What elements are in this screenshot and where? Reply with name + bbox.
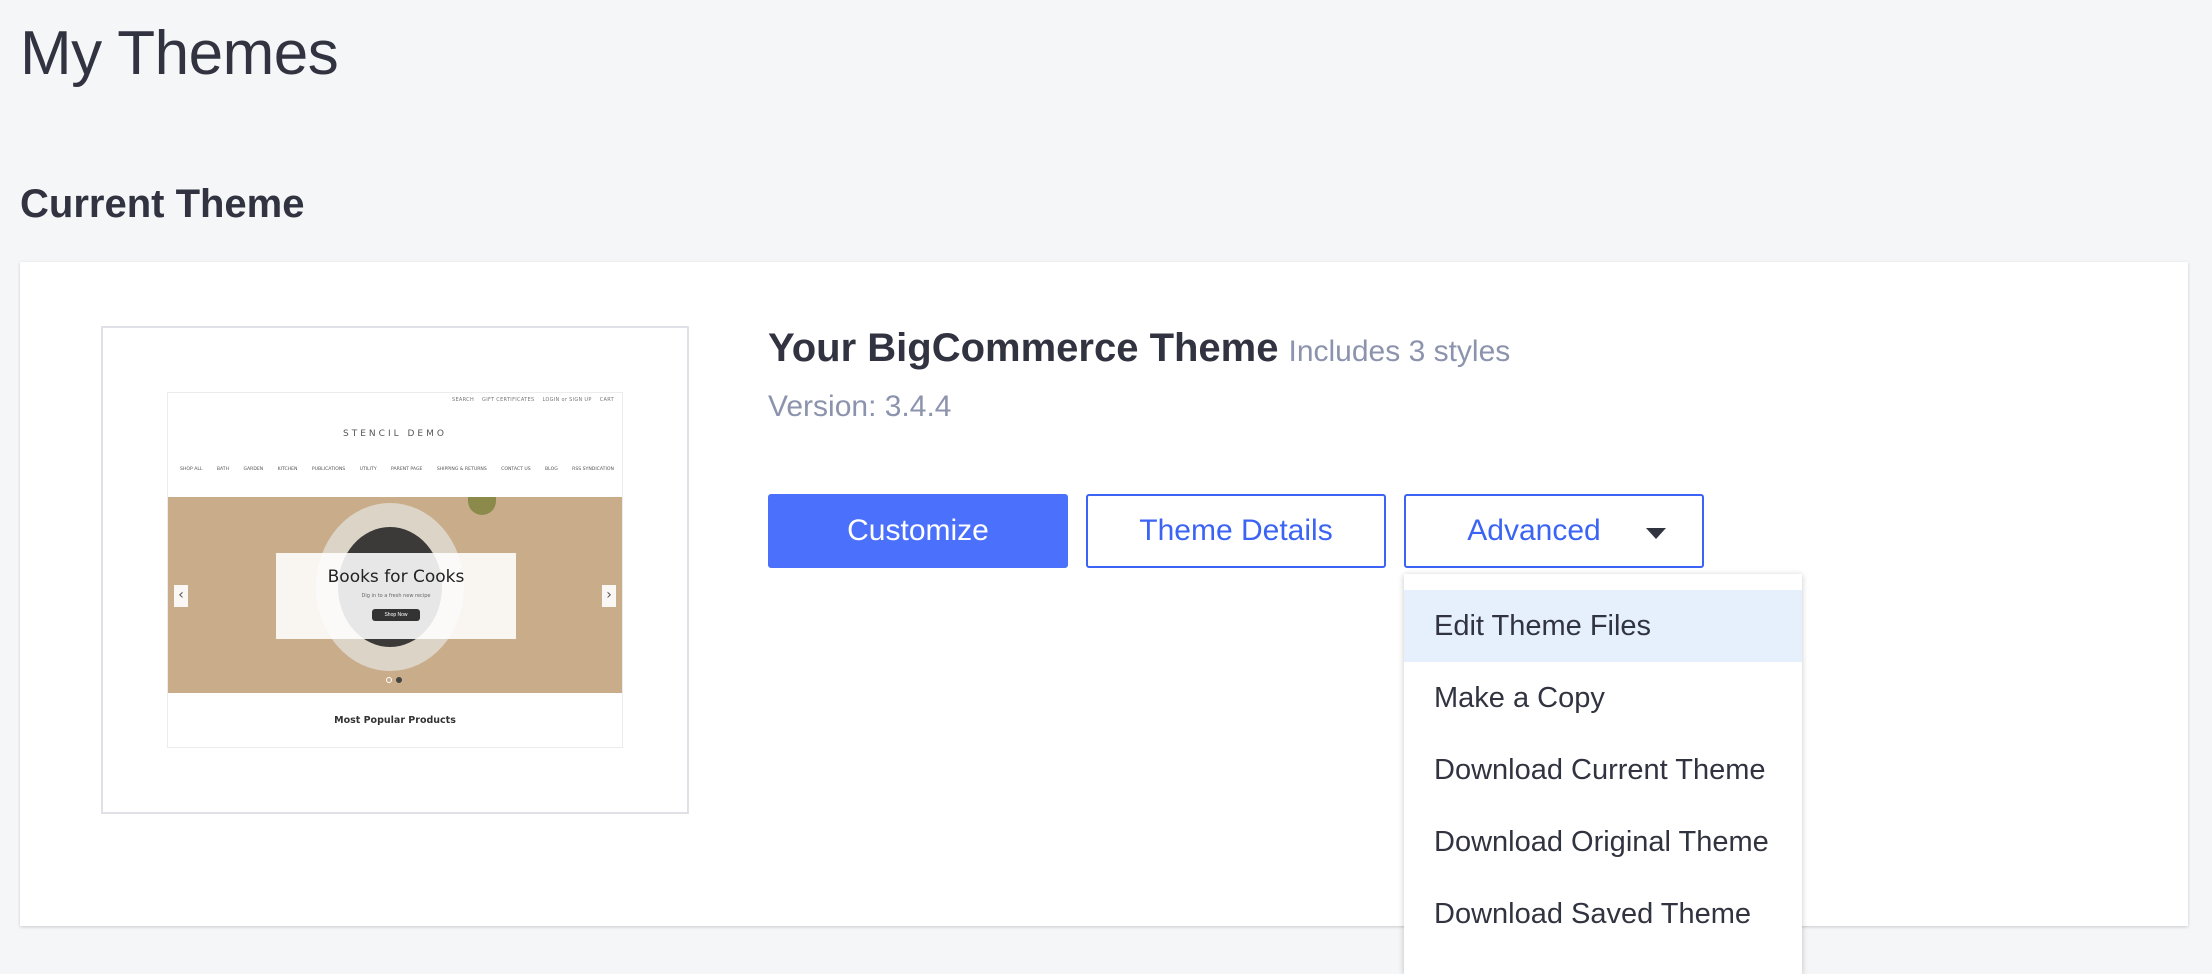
theme-details-button[interactable]: Theme Details — [1086, 494, 1386, 568]
preview-slider-dot-active — [396, 677, 402, 683]
preview-hero-heading: Books for Cooks — [327, 567, 465, 587]
theme-preview-mock: SEARCH GIFT CERTIFICATES LOGIN or SIGN U… — [167, 392, 623, 748]
preview-hero-banner: Books for Cooks Dig in to a fresh new re… — [276, 553, 516, 639]
chevron-right-icon: › — [602, 585, 616, 607]
preview-hero: Books for Cooks Dig in to a fresh new re… — [168, 497, 622, 693]
menu-item-download-original-theme[interactable]: Download Original Theme — [1404, 806, 1802, 878]
theme-name-row: Your BigCommerce Theme Includes 3 styles — [768, 326, 1510, 371]
advanced-dropdown-menu: Edit Theme Files Make a Copy Download Cu… — [1404, 574, 1802, 974]
theme-styles-note: Includes 3 styles — [1288, 335, 1511, 368]
preview-nav-item: SHIPPING & RETURNS — [436, 467, 487, 472]
preview-nav-item: BATH — [216, 467, 230, 472]
preview-nav-item: CONTACT US — [501, 467, 531, 472]
preview-nav-item: PUBLICATIONS — [311, 467, 346, 472]
advanced-button-label: Advanced — [1467, 514, 1601, 547]
theme-preview-thumbnail: SEARCH GIFT CERTIFICATES LOGIN or SIGN U… — [101, 326, 689, 814]
preview-top-link: SEARCH — [451, 397, 475, 403]
preview-top-link: GIFT CERTIFICATES — [482, 397, 535, 403]
theme-version: Version: 3.4.4 — [768, 390, 952, 423]
preview-top-link: CART — [599, 397, 614, 403]
preview-slider-dot — [386, 677, 392, 683]
preview-cup-image — [468, 497, 496, 515]
preview-hero-button: Shop Now — [372, 609, 420, 621]
menu-item-make-a-copy[interactable]: Make a Copy — [1404, 662, 1802, 734]
menu-item-download-saved-theme[interactable]: Download Saved Theme — [1404, 878, 1802, 950]
preview-top-links: SEARCH GIFT CERTIFICATES LOGIN or SIGN U… — [452, 397, 614, 403]
customize-button[interactable]: Customize — [768, 494, 1068, 568]
preview-nav-item: GARDEN — [243, 467, 264, 472]
preview-nav-item: RSS SYNDICATION — [572, 467, 614, 472]
preview-products-heading: Most Popular Products — [334, 715, 456, 726]
preview-nav-item: KITCHEN — [277, 467, 298, 472]
menu-item-edit-theme-files[interactable]: Edit Theme Files — [1404, 590, 1802, 662]
menu-item-download-current-theme[interactable]: Download Current Theme — [1404, 734, 1802, 806]
page-title: My Themes — [20, 19, 339, 88]
preview-nav-item: BLOG — [545, 467, 558, 472]
preview-slider-dots — [386, 677, 402, 683]
preview-nav: SHOP ALL BATH GARDEN KITCHEN PUBLICATION… — [180, 467, 614, 472]
preview-hero-button-wrap: Shop Now — [276, 599, 516, 621]
advanced-dropdown-button[interactable]: Advanced — [1404, 494, 1704, 568]
caret-down-icon — [1646, 528, 1666, 539]
preview-logo: STENCIL DEMO — [343, 429, 447, 439]
chevron-left-icon: ‹ — [174, 585, 188, 607]
section-title: Current Theme — [20, 182, 305, 226]
preview-nav-item: PARENT PAGE — [391, 467, 423, 472]
current-theme-card: SEARCH GIFT CERTIFICATES LOGIN or SIGN U… — [20, 262, 2188, 926]
preview-nav-item: SHOP ALL — [180, 467, 203, 472]
preview-nav-item: UTILITY — [359, 467, 377, 472]
preview-top-link: LOGIN or SIGN UP — [542, 397, 592, 403]
theme-name: Your BigCommerce Theme — [768, 326, 1279, 370]
